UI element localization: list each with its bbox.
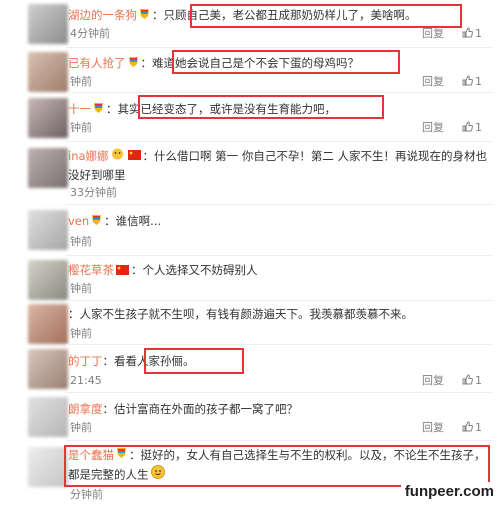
comment-time: 钟前	[70, 121, 92, 134]
like-count: 1	[475, 121, 482, 134]
highlight-box	[172, 50, 400, 74]
avatar[interactable]	[28, 52, 68, 92]
emoji-badge-icon	[111, 147, 124, 166]
highlight-box	[190, 4, 462, 28]
separator: ：	[131, 263, 143, 277]
avatar[interactable]	[28, 98, 68, 138]
comment-text: 谁信啊...	[115, 214, 162, 228]
comment-time: 21:45	[70, 374, 102, 387]
commenter-name[interactable]: ven	[68, 214, 89, 228]
like-count: 1	[475, 421, 482, 434]
rainbow-badge-icon	[91, 212, 102, 232]
comment-item: ven ：谁信啊... 钟前	[0, 206, 504, 256]
avatar[interactable]	[28, 349, 68, 389]
avatar[interactable]	[28, 4, 68, 44]
like-count: 1	[475, 27, 482, 40]
comment-text: 个人选择又不妨碍别人	[142, 263, 258, 277]
reply-button[interactable]: 回复	[422, 26, 444, 42]
avatar[interactable]	[28, 397, 68, 437]
reply-button[interactable]: 回复	[422, 120, 444, 136]
comment-time: 33分钟前	[70, 186, 117, 199]
like-count: 1	[475, 75, 482, 88]
avatar[interactable]	[28, 447, 68, 487]
watermark: funpeer.com	[400, 482, 498, 501]
comment-time: 钟前	[70, 282, 92, 295]
comment-item: 樱花草茶 ：个人选择又不妨碍别人 钟前	[0, 256, 504, 301]
separator: ：	[106, 102, 118, 116]
like-button[interactable]: 1	[462, 74, 482, 90]
commenter-name[interactable]: 十一	[68, 102, 91, 116]
reply-button[interactable]: 回复	[422, 74, 444, 90]
avatar[interactable]	[28, 304, 68, 344]
comment-time: 钟前	[70, 421, 92, 434]
like-count: 1	[475, 374, 482, 387]
thumb-up-icon	[462, 75, 473, 86]
commenter-name[interactable]: 樱花草茶	[68, 263, 114, 277]
separator: ：	[68, 307, 80, 321]
divider	[66, 204, 492, 205]
thumb-up-icon	[462, 374, 473, 385]
reply-button[interactable]: 回复	[422, 373, 444, 389]
commenter-name[interactable]: 已有人抢了	[68, 56, 126, 70]
comment-item: ：人家不生孩子就不生呗，有钱有颜游遍天下。我羡慕都羡慕不来。 钟前	[0, 301, 504, 345]
separator: ：	[152, 8, 164, 22]
comment-item: 的丁丁：看看人家孙俪。 21:45 回复 1	[0, 345, 504, 393]
comment-time: 钟前	[70, 235, 92, 248]
thumb-up-icon	[462, 421, 473, 432]
separator: ：	[102, 354, 115, 368]
comment-text: 人家不生孩子就不生呗，有钱有颜游遍天下。我羡慕都羡慕不来。	[79, 307, 414, 321]
separator: ：	[140, 56, 153, 70]
commenter-name[interactable]: 朗拿度	[68, 402, 103, 416]
like-button[interactable]: 1	[462, 26, 482, 42]
separator: ：	[142, 149, 155, 163]
commenter-name[interactable]: 的丁丁	[68, 354, 103, 368]
comment-time: 分钟前	[70, 488, 103, 501]
avatar[interactable]	[28, 210, 68, 250]
thumb-up-icon	[462, 121, 473, 132]
divider	[66, 92, 492, 93]
commenter-name[interactable]: ina娜娜	[68, 149, 109, 163]
avatar[interactable]	[28, 260, 68, 300]
rainbow-badge-icon	[93, 100, 104, 120]
thumb-up-icon	[462, 27, 473, 38]
like-button[interactable]: 1	[462, 373, 482, 389]
comment-item: ina娜娜 ：什么借口啊 第一 你自己不孕！第二 人家不生！再说现在的身材也没好到…	[0, 143, 504, 206]
highlight-box	[138, 95, 384, 119]
highlight-box	[64, 445, 490, 487]
comment-time: 钟前	[70, 327, 92, 340]
flag-icon	[116, 261, 129, 281]
comment-time: 4分钟前	[70, 27, 110, 40]
comment-time: 钟前	[70, 75, 92, 88]
divider	[66, 141, 492, 142]
like-button[interactable]: 1	[462, 120, 482, 136]
reply-button[interactable]: 回复	[422, 420, 444, 436]
avatar[interactable]	[28, 148, 68, 188]
separator: ：	[104, 214, 116, 228]
flag-icon	[127, 147, 141, 166]
like-button[interactable]: 1	[462, 420, 482, 436]
commenter-name[interactable]: 湖边的一条狗	[68, 8, 137, 22]
comment-item: 朗拿度：估计富商在外面的孩子都一窝了吧？ 钟前 回复 1	[0, 393, 504, 441]
rainbow-badge-icon	[128, 54, 139, 74]
comment-text: 估计富商在外面的孩子都一窝了吧？	[114, 402, 298, 416]
highlight-box	[144, 348, 244, 374]
rainbow-badge-icon	[139, 6, 150, 26]
separator: ：	[102, 402, 115, 416]
